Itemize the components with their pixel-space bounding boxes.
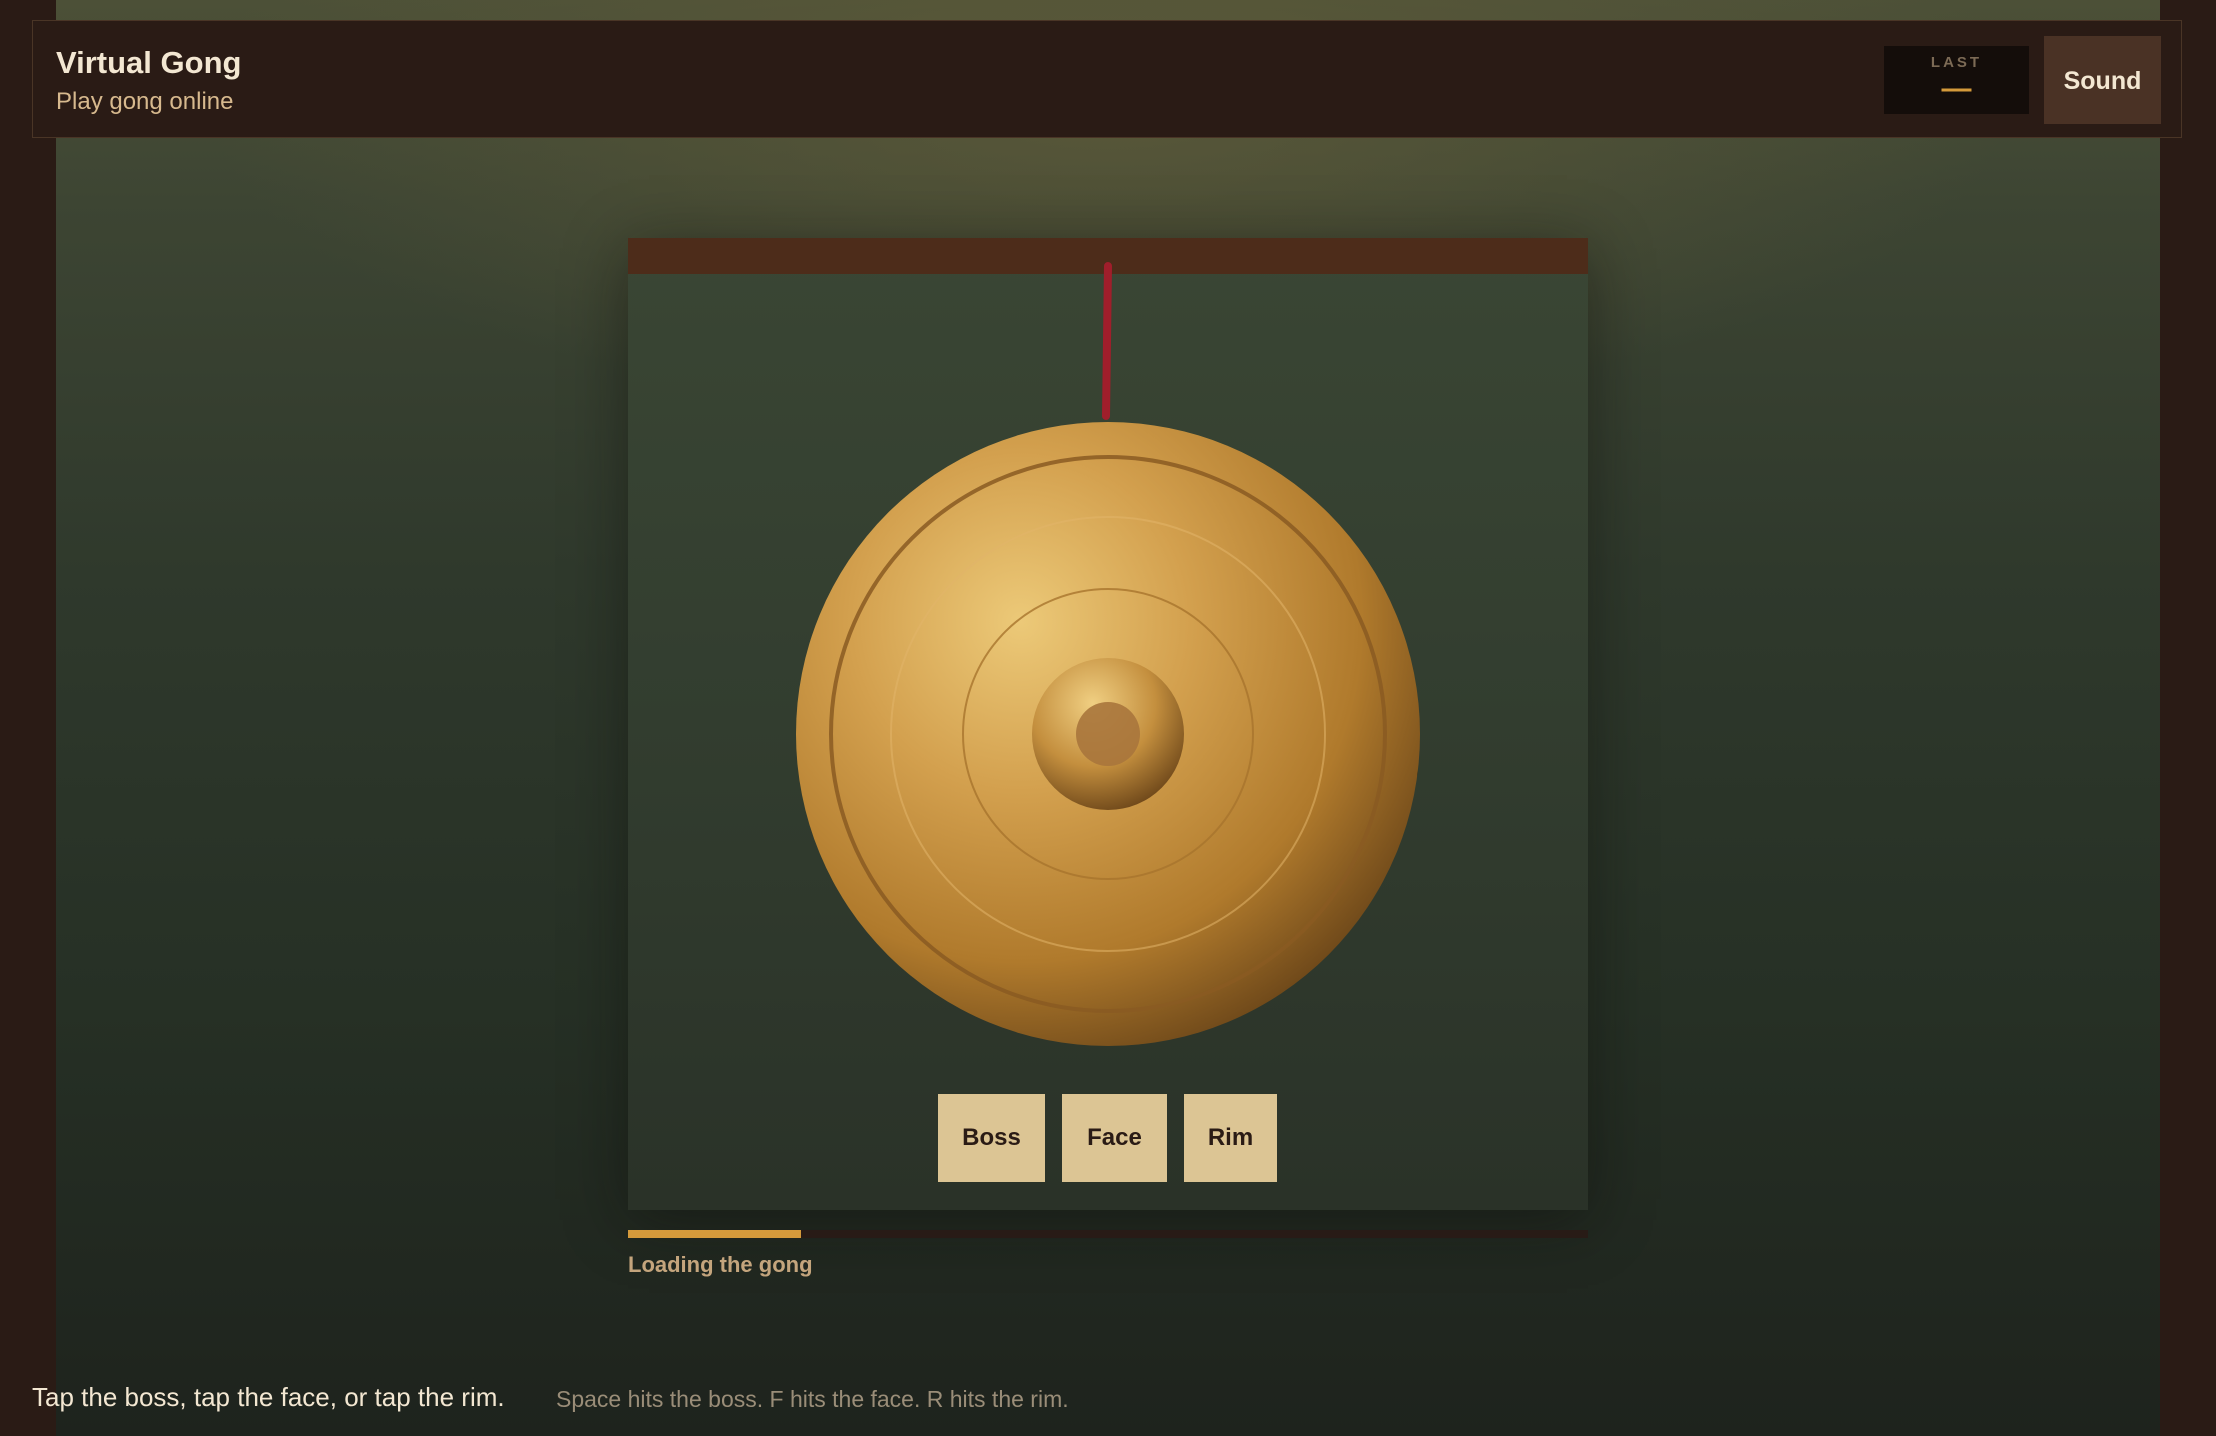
last-hit-display: LAST — (1884, 46, 2029, 114)
hanging-cord (1102, 262, 1112, 420)
loading-progress-bar (628, 1230, 1588, 1238)
gong-stage: Boss Face Rim (628, 238, 1588, 1210)
gong-graphic (796, 262, 1420, 1046)
app-subtitle: Play gong online (56, 88, 234, 115)
strike-rim-button[interactable]: Rim (1184, 1094, 1277, 1182)
strike-boss-button[interactable]: Boss (938, 1094, 1045, 1182)
keyboard-hint: Space hits the boss. F hits the face. R … (556, 1386, 1069, 1412)
last-hit-label: LAST (1930, 54, 1983, 71)
strike-button-group: Boss Face Rim (628, 1094, 1588, 1182)
last-hit-value: — (1941, 72, 1972, 105)
loading-progress-fill (628, 1230, 801, 1238)
gong-boss-center (1076, 702, 1140, 766)
strike-face-button[interactable]: Face (1062, 1094, 1167, 1182)
loading-status: Loading the gong (628, 1252, 813, 1277)
app-header: Virtual Gong Play gong online LAST — Sou… (32, 20, 2182, 138)
sound-button[interactable]: Sound (2044, 36, 2161, 124)
app-title: Virtual Gong (56, 45, 242, 80)
instruction-hint: Tap the boss, tap the face, or tap the r… (32, 1382, 505, 1412)
